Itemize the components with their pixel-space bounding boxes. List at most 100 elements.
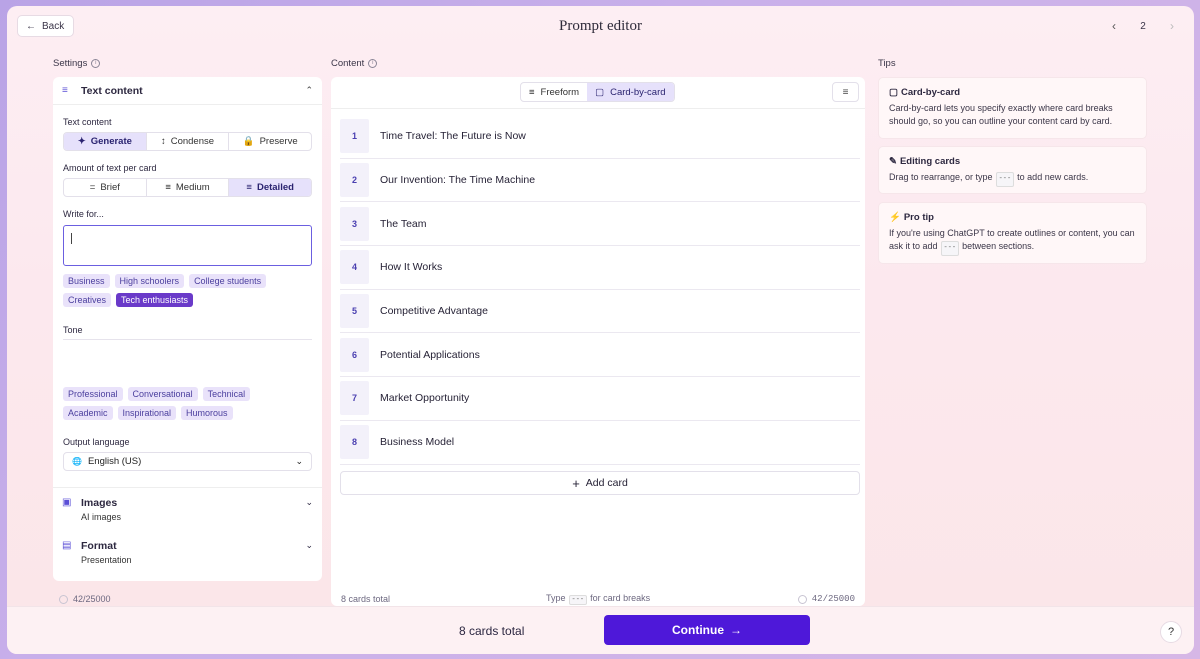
- chevron-up-icon[interactable]: ⌃: [305, 85, 313, 96]
- list-item[interactable]: 5 Competitive Advantage: [340, 290, 860, 334]
- plus-icon: +: [572, 475, 580, 491]
- list-item[interactable]: 4 How It Works: [340, 246, 860, 290]
- amount-medium-button[interactable]: ≡ Medium: [147, 179, 230, 196]
- settings-heading: Settings i: [53, 58, 101, 69]
- arrow-right-icon: →: [730, 623, 742, 637]
- tips-heading-label: Tips: [878, 58, 896, 69]
- content-panel: ≡ Freeform ▢ Card-by-card ≡ 1 Time Travel: …: [331, 77, 865, 606]
- list-item[interactable]: 3 The Team: [340, 202, 860, 247]
- condense-icon: ↕: [160, 136, 166, 147]
- tag-humorous[interactable]: Humorous: [181, 406, 233, 420]
- images-section-header[interactable]: ▣ Images AI images ⌄: [53, 487, 322, 531]
- list-item[interactable]: 6 Potential Applications: [340, 333, 860, 378]
- output-language-value: English (US): [87, 456, 142, 467]
- images-title: Images: [81, 497, 118, 509]
- amount-brief-button[interactable]: = Brief: [64, 179, 147, 196]
- progress-ring-icon: [797, 594, 807, 604]
- card-break-hint: Type --- for card breaks: [546, 593, 651, 605]
- audience-tags: Business High schoolers College students…: [63, 274, 293, 307]
- chevron-left-icon[interactable]: ‹: [1104, 16, 1124, 36]
- card-title[interactable]: The Team: [380, 218, 427, 230]
- tag-professional[interactable]: Professional: [63, 387, 123, 401]
- hide-formatting-button[interactable]: ≡: [832, 82, 859, 102]
- output-language-label: Output language: [63, 437, 130, 447]
- format-title: Format: [81, 540, 117, 552]
- tone-input[interactable]: [63, 339, 312, 379]
- continue-button[interactable]: Continue →: [604, 615, 810, 645]
- chevron-right-icon[interactable]: ›: [1162, 16, 1182, 36]
- card-title[interactable]: Business Model: [380, 436, 454, 448]
- card-number: 2: [340, 163, 369, 198]
- card-title[interactable]: Competitive Advantage: [380, 305, 488, 317]
- progress-ring-icon: [59, 594, 68, 604]
- chevron-down-icon[interactable]: ⌄: [305, 497, 313, 508]
- card-number: 6: [340, 337, 369, 372]
- translate-icon: 🌐: [72, 457, 82, 466]
- mode-condense-button[interactable]: ↕ Condense: [147, 133, 230, 150]
- list-item[interactable]: 2 Our Invention: The Time Machine: [340, 159, 860, 203]
- card-number: 3: [340, 206, 369, 241]
- tag-tech-enthusiasts[interactable]: Tech enthusiasts: [116, 293, 194, 307]
- format-section-header[interactable]: ▤ Format Presentation ⌄: [53, 531, 322, 575]
- add-card-button[interactable]: + Add card: [340, 471, 860, 495]
- help-button[interactable]: ?: [1160, 621, 1182, 643]
- divider: [331, 108, 865, 109]
- content-char-count: 42/25000: [797, 594, 855, 604]
- list-item[interactable]: 7 Market Opportunity: [340, 377, 860, 421]
- tag-business[interactable]: Business: [63, 274, 110, 288]
- bottom-bar: 8 cards total Continue → ?: [7, 606, 1194, 654]
- mode-preserve-button[interactable]: 🔒 Preserve: [229, 133, 311, 150]
- tone-tags: Professional Conversational Technical Ac…: [63, 387, 293, 420]
- format-subtitle: Presentation: [81, 555, 132, 565]
- tag-academic[interactable]: Academic: [63, 406, 113, 420]
- strikethrough-lines-icon: ≡: [842, 86, 849, 98]
- card-list: 1 Time Travel: The Future is Now 2 Our Inv…: [340, 115, 860, 465]
- card-title[interactable]: Time Travel: The Future is Now: [380, 130, 526, 142]
- write-for-input[interactable]: [63, 225, 312, 266]
- freeform-button[interactable]: ≡ Freeform: [521, 83, 587, 101]
- app-window: ← Back Prompt editor ‹ 2 › Settings i Co…: [7, 6, 1194, 654]
- text-content-section-header[interactable]: ≡ Text content ⌃: [53, 77, 322, 105]
- tip-editing-cards: ✎ Editing cards Drag to rearrange, or typ…: [878, 146, 1147, 194]
- card-title[interactable]: Our Invention: The Time Machine: [380, 174, 535, 186]
- short-lines-icon: =: [89, 182, 96, 193]
- list-item[interactable]: 8 Business Model: [340, 421, 860, 465]
- cards-total: 8 cards total: [459, 624, 525, 638]
- lock-icon: 🔒: [242, 136, 255, 147]
- sparkle-icon: ✦: [77, 136, 86, 147]
- page-title: Prompt editor: [559, 18, 642, 34]
- section-title: Text content: [81, 84, 143, 97]
- info-icon[interactable]: i: [368, 59, 378, 68]
- tag-conversational[interactable]: Conversational: [127, 387, 198, 401]
- card-title[interactable]: Potential Applications: [380, 349, 480, 361]
- text-lines-icon: ≡: [529, 86, 535, 98]
- view-mode-toggle: ≡ Freeform ▢ Card-by-card: [520, 82, 675, 102]
- mode-generate-button[interactable]: ✦ Generate: [64, 133, 147, 150]
- amount-detailed-button[interactable]: ≡ Detailed: [229, 179, 311, 196]
- tag-college-students[interactable]: College students: [189, 274, 267, 288]
- chevron-down-icon: ⌄: [295, 456, 303, 466]
- settings-heading-label: Settings: [53, 58, 88, 69]
- images-subtitle: AI images: [81, 512, 122, 522]
- text-content-label: Text content: [63, 117, 112, 127]
- tag-technical[interactable]: Technical: [202, 387, 251, 401]
- card-number: 4: [340, 250, 369, 285]
- chevron-down-icon[interactable]: ⌄: [305, 540, 313, 551]
- text-lines-icon: ≡: [62, 84, 68, 96]
- tag-creatives[interactable]: Creatives: [63, 293, 112, 307]
- card-title[interactable]: How It Works: [380, 261, 442, 273]
- cards-icon: ▢: [889, 87, 898, 98]
- card-number: 7: [340, 381, 369, 416]
- output-language-select[interactable]: 🌐 English (US) ⌄: [63, 452, 312, 471]
- tag-high-schoolers[interactable]: High schoolers: [114, 274, 185, 288]
- tag-inspirational[interactable]: Inspirational: [117, 406, 177, 420]
- cards-icon: ▢: [595, 86, 605, 98]
- info-icon[interactable]: i: [91, 59, 101, 68]
- card-title[interactable]: Market Opportunity: [380, 392, 469, 404]
- content-total: 8 cards total: [341, 594, 391, 604]
- image-icon: ▣: [62, 497, 72, 508]
- list-item[interactable]: 1 Time Travel: The Future is Now: [340, 115, 860, 159]
- card-number: 8: [340, 425, 369, 460]
- tip-card-by-card: ▢ Card-by-card Card-by-card lets you spec…: [878, 77, 1147, 139]
- card-by-card-button[interactable]: ▢ Card-by-card: [587, 83, 674, 101]
